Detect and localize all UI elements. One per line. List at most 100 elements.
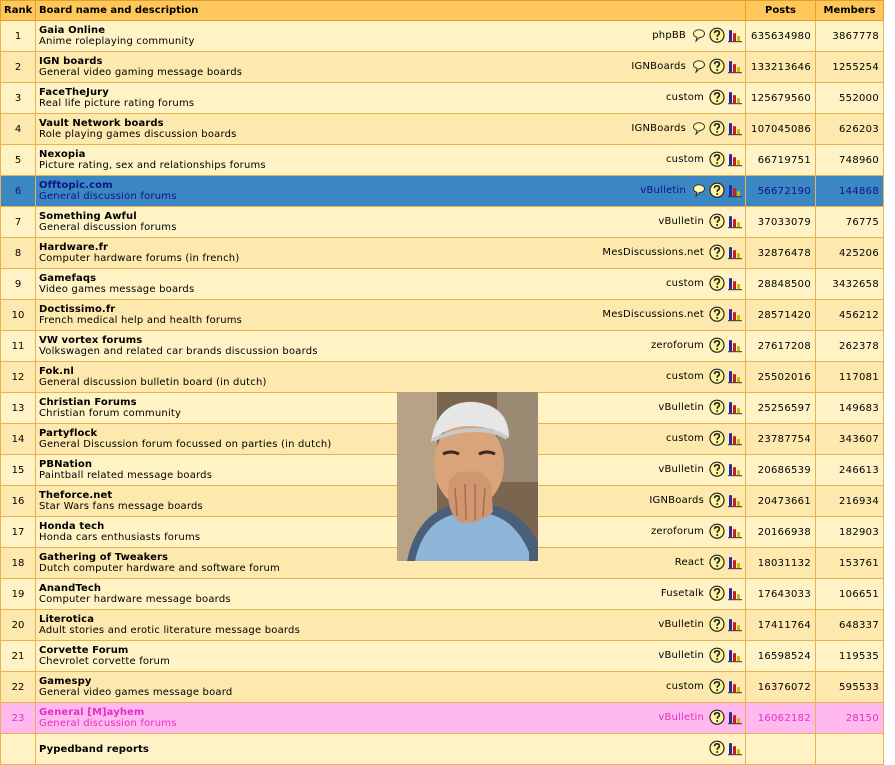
bar-chart-icon[interactable] [727,89,743,105]
board-title-link[interactable]: Christian Forums [39,397,745,408]
question-mark-icon[interactable] [709,709,725,725]
posts-cell: 20166938 [745,516,816,548]
table-row[interactable]: 20 Literotica Adult stories and erotic lit… [0,609,884,641]
bar-chart-icon[interactable] [727,461,743,477]
question-mark-icon[interactable] [709,399,725,415]
board-title-link[interactable]: FaceTheJury [39,87,745,98]
speech-bubble-icon[interactable] [691,182,707,198]
rank-cell [0,733,36,765]
bar-chart-icon[interactable] [727,585,743,601]
table-row[interactable]: 3 FaceTheJury Real life picture rating for… [0,82,884,114]
board-title-link[interactable]: AnandTech [39,583,745,594]
members-cell: 117081 [815,361,884,393]
bar-chart-icon[interactable] [727,399,743,415]
table-row[interactable]: Pypedband reports [0,733,884,765]
board-name-cell: Gaia Online Anime roleplaying community ph… [35,20,746,52]
bar-chart-icon[interactable] [727,492,743,508]
table-row[interactable]: 6 Offtopic.com General discussion forums vB… [0,175,884,207]
question-mark-icon[interactable] [709,337,725,353]
speech-bubble-icon[interactable] [691,27,707,43]
bar-chart-icon[interactable] [727,213,743,229]
question-mark-icon[interactable] [709,554,725,570]
question-mark-icon[interactable] [709,492,725,508]
board-title-link[interactable]: Fok.nl [39,366,745,377]
table-row[interactable]: 4 Vault Network boards Role playing games … [0,113,884,145]
bar-chart-icon[interactable] [727,430,743,446]
table-row[interactable]: 23 General [M]ayhem General discussion for… [0,702,884,734]
question-mark-icon[interactable] [709,213,725,229]
question-mark-icon[interactable] [709,89,725,105]
table-row[interactable]: 10 Doctissimo.fr French medical help and h… [0,299,884,331]
question-mark-icon[interactable] [709,182,725,198]
board-title-link[interactable]: Gathering of Tweakers [39,552,745,563]
board-title-link[interactable]: Pypedband reports [39,744,745,755]
board-title-link[interactable]: Something Awful [39,211,745,222]
board-title-link[interactable]: Corvette Forum [39,645,745,656]
question-mark-icon[interactable] [709,368,725,384]
table-row[interactable]: 12 Fok.nl General discussion bulletin boar… [0,361,884,393]
question-mark-icon[interactable] [709,244,725,260]
question-mark-icon[interactable] [709,523,725,539]
rank-header[interactable]: Rank [0,0,36,21]
question-mark-icon[interactable] [709,27,725,43]
bar-chart-icon[interactable] [727,306,743,322]
question-mark-icon[interactable] [709,58,725,74]
board-title-link[interactable]: Offtopic.com [39,180,745,191]
board-title-link[interactable]: VW vortex forums [39,335,745,346]
table-row[interactable]: 21 Corvette Forum Chevrolet corvette forum… [0,640,884,672]
board-title-link[interactable]: Partyflock [39,428,745,439]
question-mark-icon[interactable] [709,306,725,322]
bar-chart-icon[interactable] [727,678,743,694]
board-name-header[interactable]: Board name and description [35,0,746,21]
bar-chart-icon[interactable] [727,244,743,260]
table-row[interactable]: 11 VW vortex forums Volkswagen and related… [0,330,884,362]
bar-chart-icon[interactable] [727,523,743,539]
board-title-link[interactable]: PBNation [39,459,745,470]
bar-chart-icon[interactable] [727,58,743,74]
board-title-link[interactable]: Literotica [39,614,745,625]
table-row[interactable]: 8 Hardware.fr Computer hardware forums (in… [0,237,884,269]
posts-cell: 16376072 [745,671,816,703]
board-title-link[interactable]: Gamespy [39,676,745,687]
question-mark-icon[interactable] [709,461,725,477]
table-row[interactable]: 19 AnandTech Computer hardware message boa… [0,578,884,610]
question-mark-icon[interactable] [709,678,725,694]
bar-chart-icon[interactable] [727,182,743,198]
table-row[interactable]: 7 Something Awful General discussion forum… [0,206,884,238]
table-row[interactable]: 9 Gamefaqs Video games message boards custo… [0,268,884,300]
speech-bubble-icon[interactable] [691,58,707,74]
question-mark-icon[interactable] [709,151,725,167]
table-row[interactable]: 1 Gaia Online Anime roleplaying community p… [0,20,884,52]
question-mark-icon[interactable] [709,616,725,632]
question-mark-icon[interactable] [709,275,725,291]
bar-chart-icon[interactable] [727,709,743,725]
bar-chart-icon[interactable] [727,27,743,43]
board-title-link[interactable]: Honda tech [39,521,745,532]
board-title-link[interactable]: Nexopia [39,149,745,160]
table-row[interactable]: 5 Nexopia Picture rating, sex and relation… [0,144,884,176]
bar-chart-icon[interactable] [727,275,743,291]
members-header[interactable]: Members [815,0,884,21]
board-tools: custom [666,89,743,105]
posts-header[interactable]: Posts [745,0,816,21]
question-mark-icon[interactable] [709,585,725,601]
bar-chart-icon[interactable] [727,647,743,663]
bar-chart-icon[interactable] [727,368,743,384]
bar-chart-icon[interactable] [727,120,743,136]
table-row[interactable]: 22 Gamespy General video games message boa… [0,671,884,703]
question-mark-icon[interactable] [709,647,725,663]
question-mark-icon[interactable] [709,740,725,756]
bar-chart-icon[interactable] [727,554,743,570]
speech-bubble-icon[interactable] [691,120,707,136]
bar-chart-icon[interactable] [727,740,743,756]
bar-chart-icon[interactable] [727,151,743,167]
bar-chart-icon[interactable] [727,337,743,353]
question-mark-icon[interactable] [709,430,725,446]
question-mark-icon[interactable] [709,120,725,136]
table-row[interactable]: 2 IGN boards General video gaming message … [0,51,884,83]
board-title-link[interactable]: Gaia Online [39,25,745,36]
bar-chart-icon[interactable] [727,616,743,632]
board-title-link[interactable]: Gamefaqs [39,273,745,284]
board-title-link[interactable]: General [M]ayhem [39,707,745,718]
board-title-link[interactable]: Theforce.net [39,490,745,501]
